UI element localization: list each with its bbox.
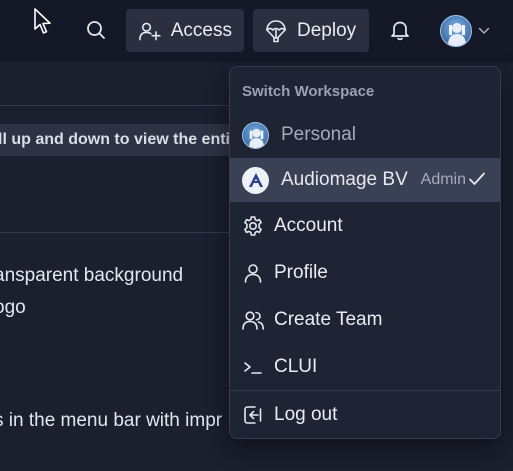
user-icon bbox=[244, 264, 262, 283]
mouse-cursor-icon bbox=[34, 8, 51, 34]
menu-item-label: Profile bbox=[274, 262, 328, 283]
workspace-audiomage[interactable]: Audiomage BV Admin bbox=[230, 158, 500, 202]
menu-item-create-team[interactable]: Create Team bbox=[230, 298, 500, 342]
menu-item-logout[interactable]: Log out bbox=[230, 393, 500, 437]
menu-item-label: CLUI bbox=[274, 356, 318, 377]
deploy-button[interactable]: Deploy bbox=[253, 9, 369, 52]
avatar bbox=[440, 15, 472, 47]
access-label: Access bbox=[170, 19, 232, 41]
user-menu-toggle[interactable] bbox=[440, 14, 490, 48]
access-button[interactable]: Access bbox=[126, 9, 244, 52]
chevron-down-icon bbox=[478, 27, 490, 34]
menu-divider bbox=[230, 390, 500, 391]
workspace-personal[interactable]: Personal bbox=[230, 113, 500, 157]
info-notice: ll up and down to view the entire bbox=[0, 124, 266, 156]
content-line: ogo bbox=[0, 297, 26, 318]
menu-item-clui[interactable]: CLUI bbox=[230, 345, 500, 389]
users-icon bbox=[242, 311, 265, 330]
menu-item-label: Account bbox=[274, 215, 343, 236]
bell-icon bbox=[391, 21, 409, 41]
search-button[interactable] bbox=[78, 12, 114, 48]
audiomage-logo-icon bbox=[242, 166, 269, 194]
logout-icon bbox=[244, 406, 262, 424]
terminal-icon bbox=[244, 362, 262, 374]
menu-item-account[interactable]: Account bbox=[230, 204, 500, 248]
deploy-label: Deploy bbox=[297, 19, 357, 41]
menu-item-label: Create Team bbox=[274, 309, 383, 330]
search-icon bbox=[87, 21, 105, 39]
notice-text: ll up and down to view the entire bbox=[0, 131, 246, 148]
avatar bbox=[242, 121, 269, 149]
workspace-dropdown: Switch Workspace Personal Audiomage BV A… bbox=[229, 66, 501, 439]
content-line: ansparent background bbox=[0, 265, 184, 286]
workspace-name: Personal bbox=[281, 124, 356, 145]
content-line: s in the menu bar with impr bbox=[0, 410, 223, 431]
checkmark-icon bbox=[469, 172, 485, 185]
gear-icon bbox=[244, 216, 262, 236]
role-badge: Admin bbox=[420, 171, 466, 188]
switch-workspace-heading: Switch Workspace bbox=[242, 83, 375, 100]
divider bbox=[0, 232, 230, 233]
divider bbox=[0, 105, 230, 106]
workspace-name: Audiomage BV bbox=[281, 169, 408, 190]
menu-item-profile[interactable]: Profile bbox=[230, 251, 500, 295]
menu-item-label: Log out bbox=[274, 404, 338, 425]
parachute-icon bbox=[266, 19, 286, 42]
notifications-button[interactable] bbox=[382, 12, 418, 48]
add-user-icon bbox=[139, 22, 161, 40]
